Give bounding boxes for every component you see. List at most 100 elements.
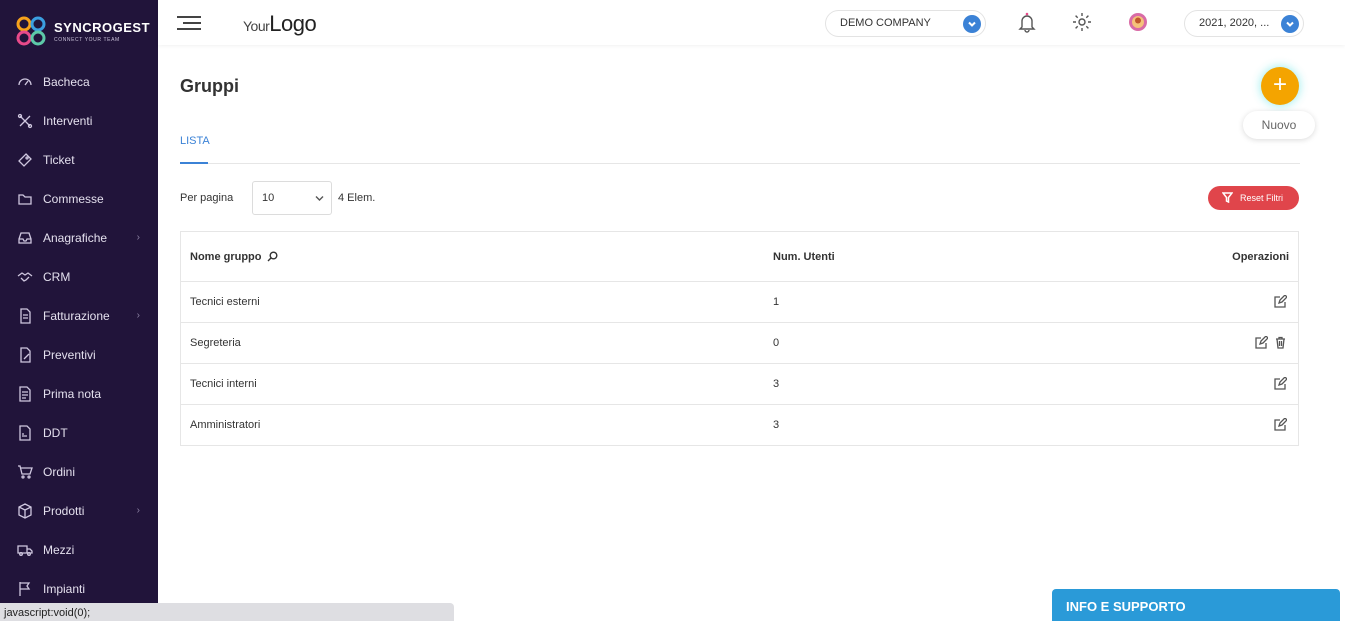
quote-icon [16,346,34,364]
chevron-down-icon [963,15,981,33]
trash-icon[interactable] [1274,336,1289,351]
table-row[interactable]: Amministratori 3 [181,404,1298,445]
cell-ops [1270,364,1289,404]
per-page-value: 10 [262,192,275,204]
handshake-icon [16,268,34,286]
table-row[interactable]: Tecnici esterni 1 [181,281,1298,322]
cell-num: 0 [773,337,780,349]
note-icon [16,385,34,403]
sidebar-item-label: Prima nota [43,386,102,401]
sidebar-item-fatturazione[interactable]: Fatturazione › [0,296,158,335]
sidebar-item-label: Anagrafiche [43,230,108,245]
edit-icon[interactable] [1274,293,1289,310]
flag-icon [16,580,34,598]
sidebar-item-preventivi[interactable]: Preventivi [0,335,158,374]
per-page-label: Per pagina [180,192,234,204]
company-select[interactable]: DEMO COMPANY [825,10,986,37]
tab-lista[interactable]: LISTA [180,133,210,164]
cell-name: Segreteria [190,337,241,349]
sidebar-item-mezzi[interactable]: Mezzi [0,530,158,569]
per-page-select[interactable]: 10 [252,181,332,215]
table-row[interactable]: Tecnici interni 3 [181,363,1298,404]
edit-icon[interactable] [1274,375,1289,392]
sidebar-item-label: DDT [43,425,68,440]
logo-big-text: Logo [269,11,317,36]
edit-icon[interactable] [1255,334,1270,351]
brand[interactable]: SYNCROGEST CONNECT YOUR TEAM [0,0,158,62]
reset-filters-label: Reset Filtri [1240,193,1284,203]
sidebar-item-label: Commesse [43,191,104,206]
support-button[interactable]: INFO E SUPPORTO [1052,589,1340,621]
pdf-icon [16,424,34,442]
ticket-icon [16,151,34,169]
sidebar-item-label: Preventivi [43,347,96,362]
sidebar-item-crm[interactable]: CRM [0,257,158,296]
sidebar-item-bacheca[interactable]: Bacheca [0,62,158,101]
dashboard-icon [16,73,34,91]
gear-icon[interactable] [1071,11,1093,33]
bell-icon[interactable] [1016,11,1038,33]
chevron-right-icon: › [136,310,140,321]
sidebar-item-label: Mezzi [43,542,75,557]
sidebar-item-ddt[interactable]: DDT [0,413,158,452]
sidebar-item-anagrafiche[interactable]: Anagrafiche › [0,218,158,257]
sidebar-item-commesse[interactable]: Commesse [0,179,158,218]
filter-icon [1222,192,1233,203]
cell-name: Tecnici interni [190,378,257,390]
sidebar-item-label: Bacheca [43,74,90,89]
status-bar: javascript:void(0); [0,603,454,621]
brand-tagline: CONNECT YOUR TEAM [54,36,120,43]
chevron-down-icon [1281,15,1299,33]
cell-num: 1 [773,296,780,308]
header-label: Nome gruppo [190,250,262,263]
fiscal-year-value: 2021, 2020, ... [1199,17,1270,29]
sidebar-item-ordini[interactable]: Ordini [0,452,158,491]
sidebar-item-ticket[interactable]: Ticket [0,140,158,179]
chevron-down-icon [315,196,324,201]
tools-icon [16,112,34,130]
cell-num: 3 [773,419,780,431]
cell-ops [1251,323,1289,363]
sidebar: SYNCROGEST CONNECT YOUR TEAM Bacheca Int… [0,0,158,621]
company-logo: YourLogo [243,11,317,37]
cell-name: Amministratori [190,419,261,431]
reset-filters-button[interactable]: Reset Filtri [1208,186,1299,210]
logo-small-text: Your [243,18,270,34]
brand-name: SYNCROGEST [54,19,151,35]
sidebar-item-prodotti[interactable]: Prodotti › [0,491,158,530]
topbar: YourLogo DEMO COMPANY 2021, 2020, ... [158,0,1345,45]
edit-icon[interactable] [1274,416,1289,433]
search-icon[interactable] [267,251,279,263]
cell-num: 3 [773,378,780,390]
tabs: LISTA [180,133,1300,164]
element-count: 4 Elem. [338,192,376,204]
header-operazioni: Operazioni [1232,250,1289,263]
avatar[interactable] [1127,11,1149,33]
groups-table: Nome gruppo Num. Utenti Operazioni Tecni… [180,231,1299,446]
sidebar-item-label: Ordini [43,464,76,479]
invoice-icon [16,307,34,325]
cell-ops [1270,282,1289,322]
cart-icon [16,463,34,481]
sidebar-item-label: CRM [43,269,71,284]
fiscal-year-select[interactable]: 2021, 2020, ... [1184,10,1304,37]
chevron-right-icon: › [136,232,140,243]
cell-ops [1270,405,1289,445]
box-icon [16,502,34,520]
sidebar-item-label: Impianti [43,581,86,596]
sidebar-nav: Bacheca Interventi Ticket Commesse Anagr… [0,62,158,608]
sidebar-item-label: Ticket [43,152,75,167]
table-header: Nome gruppo Num. Utenti Operazioni [181,232,1298,281]
sidebar-item-interventi[interactable]: Interventi [0,101,158,140]
truck-icon [16,541,34,559]
sidebar-item-prima-nota[interactable]: Prima nota [0,374,158,413]
menu-toggle-icon[interactable] [177,14,201,32]
add-button[interactable]: + [1261,67,1299,105]
sidebar-item-label: Interventi [43,113,93,128]
table-row[interactable]: Segreteria 0 [181,322,1298,363]
header-num-utenti: Num. Utenti [773,250,835,263]
cell-name: Tecnici esterni [190,296,260,308]
chevron-right-icon: › [136,505,140,516]
header-nome-gruppo[interactable]: Nome gruppo [190,232,279,281]
folder-icon [16,190,34,208]
